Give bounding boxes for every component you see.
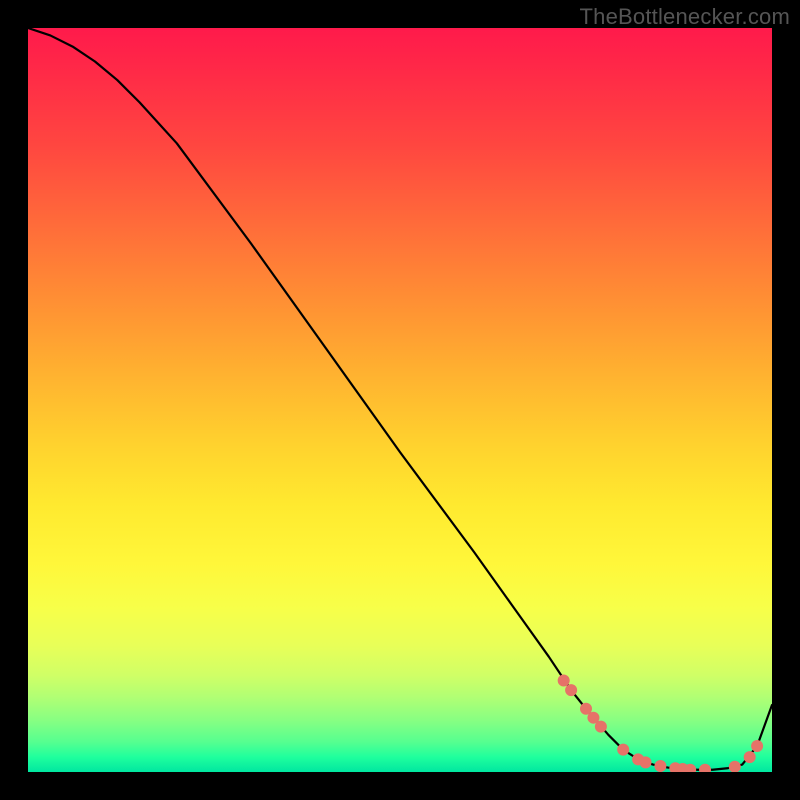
chart-frame: TheBottlenecker.com bbox=[0, 0, 800, 800]
marker-point bbox=[565, 684, 577, 696]
marker-point bbox=[744, 751, 756, 763]
marker-point bbox=[751, 740, 763, 752]
marker-point bbox=[729, 761, 741, 772]
marker-point bbox=[558, 674, 570, 686]
marker-point bbox=[640, 756, 652, 768]
marker-point bbox=[654, 760, 666, 772]
marker-point bbox=[595, 721, 607, 733]
plot-area bbox=[28, 28, 772, 772]
marker-point bbox=[617, 744, 629, 756]
bottleneck-curve bbox=[28, 28, 772, 770]
chart-svg bbox=[28, 28, 772, 772]
watermark-text: TheBottlenecker.com bbox=[580, 4, 790, 30]
marker-point bbox=[699, 764, 711, 772]
curve-markers bbox=[558, 674, 763, 772]
